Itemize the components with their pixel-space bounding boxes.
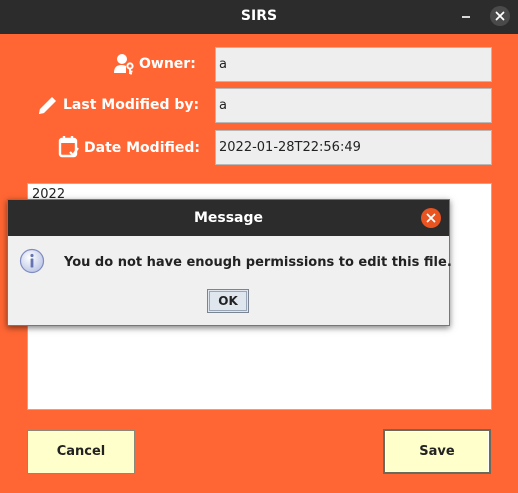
calendar-icon <box>58 136 79 158</box>
last-modified-field[interactable]: a <box>215 88 492 123</box>
close-icon[interactable] <box>490 6 510 26</box>
last-modified-row-label: Last Modified by: <box>37 96 207 116</box>
date-modified-label: Date Modified: <box>84 140 200 156</box>
owner-icon <box>114 54 134 75</box>
window-titlebar: SIRS <box>0 0 518 34</box>
dialog-close-icon[interactable] <box>421 208 441 228</box>
ok-button[interactable]: OK <box>207 289 249 313</box>
window-title: SIRS <box>240 8 278 24</box>
info-icon <box>19 248 45 274</box>
dialog-title: Message <box>8 200 449 236</box>
close-x-icon <box>495 11 505 21</box>
pencil-icon <box>39 97 56 114</box>
last-modified-label: Last Modified by: <box>63 97 200 113</box>
owner-field[interactable]: a <box>215 47 492 82</box>
cancel-button[interactable]: Cancel <box>27 430 135 474</box>
save-button[interactable]: Save <box>383 429 491 474</box>
owner-row-label: Owner: <box>113 54 203 75</box>
date-modified-row-label: Date Modified: <box>58 136 208 160</box>
date-modified-field[interactable]: 2022-01-28T22:56:49 <box>215 130 492 165</box>
dialog-message: You do not have enough permissions to ed… <box>64 255 452 270</box>
dialog-close-x-icon <box>426 213 436 223</box>
minimize-icon[interactable] <box>462 16 470 18</box>
message-dialog: Message You do not have enough permissio… <box>7 199 452 326</box>
owner-label: Owner: <box>139 56 196 72</box>
